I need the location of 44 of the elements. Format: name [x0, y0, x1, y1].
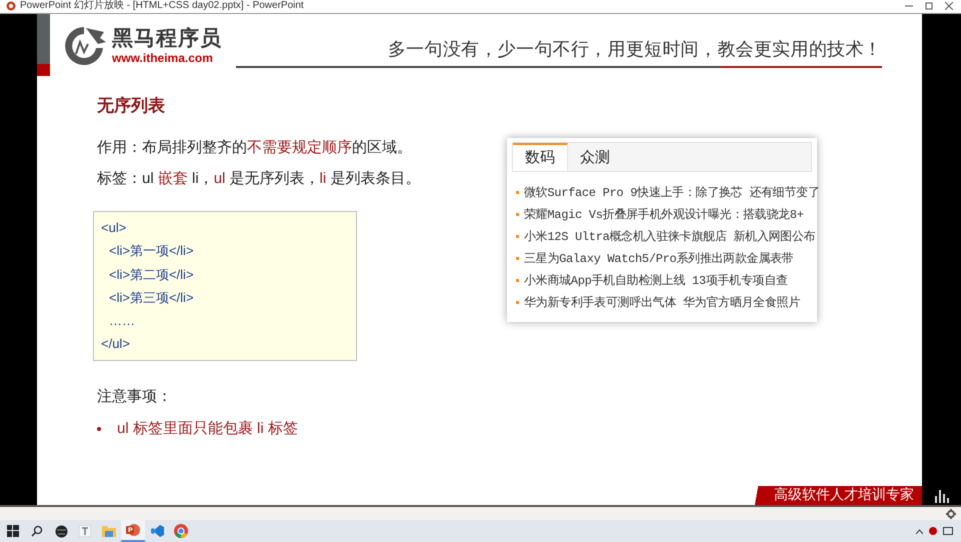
bullet-icon	[97, 426, 101, 431]
code-line: <ul>	[101, 218, 128, 237]
bullet-icon	[516, 191, 519, 194]
logo-name: 黑马程序员	[112, 26, 222, 51]
settings-icon[interactable]	[946, 508, 956, 519]
slides-app-icon	[126, 523, 140, 537]
news-link[interactable]: 荣耀Magic Vs折叠屏手机外观设计曝光：搭载骁龙8+	[524, 206, 804, 224]
paragraph: 作用：布局排列整齐的不需要规定顺序的区域。	[97, 138, 412, 158]
paragraph: 标签：ul 嵌套 li，ul 是无序列表，li 是列表条目。	[97, 168, 420, 189]
bars-icon	[934, 487, 948, 504]
start-icon	[7, 525, 19, 537]
code-line: ……	[108, 312, 136, 330]
bullet-icon	[516, 301, 519, 304]
code-line: <li>第二项</li>	[108, 266, 195, 284]
window-title: PowerPoint 幻灯片放映 - [HTML+CSS day02.pptx] - PowerPoint	[20, 0, 305, 12]
browser-icon	[174, 524, 188, 538]
logo-url: www.itheima.com	[112, 50, 214, 65]
folder-icon	[102, 525, 116, 537]
slogan: 多一句没有，少一句不行，用更短时间，教会更实用的技术！	[388, 38, 882, 62]
globe-icon	[54, 524, 68, 538]
tab[interactable]: 众测	[568, 142, 622, 171]
caret-icon[interactable]	[916, 528, 923, 534]
news-link[interactable]: 小米12S Ultra概念机入驻徕卡旗舰店 新机入网图公布	[524, 228, 816, 246]
code-line: <li>第三项</li>	[108, 288, 195, 307]
code-line: </ul>	[101, 335, 131, 354]
code-line: <li>第一项</li>	[108, 242, 195, 260]
news-link[interactable]: 小米商城App手机自助检测上线 13项手机专项自查	[524, 272, 788, 290]
search-icon	[31, 525, 43, 537]
notes-title: 注意事项：	[97, 386, 172, 407]
tab[interactable]: 数码	[513, 142, 568, 171]
note-text: ul 标签里面只能包裹 li 标签	[117, 418, 298, 439]
text-app-icon	[79, 525, 91, 537]
news-link[interactable]: 三星为Galaxy Watch5/Pro系列推出两款金属表带	[524, 250, 794, 268]
slide-decoration	[37, 14, 50, 76]
code-editor-icon	[150, 524, 164, 538]
restore-icon[interactable]	[925, 2, 933, 10]
close-icon[interactable]	[945, 2, 953, 10]
bullet-icon	[516, 279, 519, 282]
news-link[interactable]: 微软Surface Pro 9快速上手：除了换芯 还有细节变了	[524, 184, 820, 202]
bullet-icon	[516, 235, 519, 238]
bullet-icon	[516, 213, 519, 216]
slide-heading: 无序列表	[97, 96, 165, 116]
news-link[interactable]: 华为新专利手表可测呼出气体 华为官方晒月全食照片	[524, 294, 800, 312]
bullet-icon	[516, 257, 519, 260]
